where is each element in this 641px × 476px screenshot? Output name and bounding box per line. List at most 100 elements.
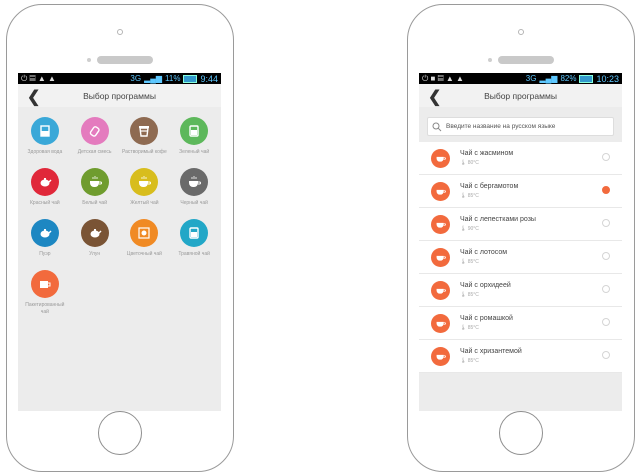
list-item[interactable]: Чай с бергамотом 🌡︎ 85°C <box>419 175 622 208</box>
back-arrow-icon[interactable]: ❮ <box>27 87 40 107</box>
tea-cup-icon <box>431 181 450 201</box>
teapot-icon <box>30 168 59 196</box>
program-item[interactable]: Черный чай <box>169 168 219 207</box>
battery-percent: 11% <box>165 74 181 83</box>
tea-cup-icon <box>80 168 109 196</box>
search-icon <box>432 122 442 131</box>
select-radio[interactable] <box>602 252 610 260</box>
program-grid: Здоровая вода Детская смесь Растворимый ко… <box>18 107 221 316</box>
program-item[interactable]: Детская смесь <box>70 117 120 156</box>
status-bar: ⏻ ▤ ▲ ▲ 3G ▂▄▆ 11% 9:44 <box>18 73 221 84</box>
back-arrow-icon[interactable]: ❮ <box>428 87 441 107</box>
clock: 9:44 <box>200 73 218 84</box>
list-item[interactable]: Чай с лепестками розы 🌡︎ 90°C <box>419 208 622 241</box>
program-label: Цветочный чай <box>126 251 162 257</box>
tea-temperature: 🌡︎ 90°C <box>460 226 622 232</box>
home-button[interactable] <box>98 411 142 455</box>
teapot-icon <box>30 219 59 247</box>
battery-icon <box>579 74 594 83</box>
temperature-value: 85°C <box>467 193 479 199</box>
program-item[interactable]: Белый чай <box>70 168 120 207</box>
flower-cup-icon <box>130 219 159 247</box>
tea-name: Чай с лотосом <box>460 249 508 256</box>
tea-cup-icon <box>431 214 450 234</box>
thermometer-icon: 🌡︎ <box>460 358 467 364</box>
list-item[interactable]: Чай с ромашкой 🌡︎ 85°C <box>419 307 622 340</box>
tea-temperature: 🌡︎ 80°C <box>460 160 622 166</box>
tea-list: Чай с жасмином 🌡︎ 80°C Чай с бергамотом 🌡︎ … <box>419 142 622 373</box>
select-radio[interactable] <box>602 219 610 227</box>
tea-cup-icon <box>130 168 159 196</box>
tea-name: Чай с лепестками розы <box>460 216 536 223</box>
program-item[interactable]: Пакетированный чай <box>20 270 70 316</box>
list-item[interactable]: Чай с жасмином 🌡︎ 80°C <box>419 142 622 175</box>
program-label: Здоровая вода <box>27 149 63 155</box>
select-radio[interactable] <box>602 318 610 326</box>
tea-cup-icon <box>180 168 209 196</box>
select-radio[interactable] <box>602 351 610 359</box>
list-item[interactable]: Чай с лотосом 🌡︎ 85°C <box>419 241 622 274</box>
program-item[interactable]: Травяной чай <box>169 219 219 258</box>
program-label: Детская смесь <box>77 149 112 155</box>
program-item[interactable]: Здоровая вода <box>20 117 70 156</box>
program-item[interactable]: Пуэр <box>20 219 70 258</box>
program-label: Травяной чай <box>178 251 210 257</box>
thermometer-icon: 🌡︎ <box>460 325 467 331</box>
thermometer-icon: 🌡︎ <box>460 160 467 166</box>
program-label: Пакетированный чай <box>25 302 65 315</box>
thermometer-icon: 🌡︎ <box>460 292 467 298</box>
tea-name: Чай с жасмином <box>460 150 514 157</box>
program-item[interactable]: Цветочный чай <box>120 219 170 258</box>
program-item[interactable]: Красный чай <box>20 168 70 207</box>
program-item[interactable]: Улун <box>70 219 120 258</box>
program-label: Белый чай <box>82 200 108 206</box>
temperature-value: 85°C <box>467 325 479 331</box>
signal-icon: ▂▄▆ <box>539 74 558 83</box>
baby-bottle-icon <box>80 117 109 145</box>
temperature-value: 80°C <box>467 160 479 166</box>
app-bar: ❮ Выбор программы <box>18 84 221 107</box>
program-label: Желтый чай <box>130 200 159 206</box>
select-radio[interactable] <box>602 186 610 194</box>
clock: 10:23 <box>596 73 619 84</box>
program-item[interactable]: Желтый чай <box>120 168 170 207</box>
thermometer-icon: 🌡︎ <box>460 226 467 232</box>
list-item[interactable]: Чай с орхидеей 🌡︎ 85°C <box>419 274 622 307</box>
tea-cup-icon <box>431 247 450 267</box>
front-camera <box>117 29 123 35</box>
home-button[interactable] <box>499 411 543 455</box>
temperature-value: 85°C <box>467 358 479 364</box>
notification-icons: ⏻ ■ ▤ ▲ ▲ <box>422 73 464 83</box>
search-input[interactable]: Введите название на русском языке <box>427 117 614 136</box>
tea-cup-icon <box>431 346 450 366</box>
select-radio[interactable] <box>602 153 610 161</box>
temperature-value: 85°C <box>467 292 479 298</box>
tea-temperature: 🌡︎ 85°C <box>460 292 622 298</box>
battery-percent: 82% <box>560 74 577 83</box>
temperature-value: 85°C <box>467 259 479 265</box>
page-title: Выбор программы <box>83 90 156 101</box>
program-label: Черный чай <box>180 200 208 206</box>
program-item[interactable]: Зеленый чай <box>169 117 219 156</box>
network-label: 3G <box>525 74 537 83</box>
earpiece-speaker <box>498 56 554 64</box>
tea-name: Чай с ромашкой <box>460 315 513 322</box>
tea-cup-icon <box>431 280 450 300</box>
tea-cup-icon <box>431 148 450 168</box>
program-label: Растворимый кофе <box>121 149 167 155</box>
tea-cup-icon <box>431 313 450 333</box>
list-item[interactable]: Чай с хризантемой 🌡︎ 85°C <box>419 340 622 373</box>
status-bar: ⏻ ■ ▤ ▲ ▲ 3G ▂▄▆ 82% 10:23 <box>419 73 622 84</box>
program-item[interactable]: Растворимый кофе <box>120 117 170 156</box>
phone-left: ⏻ ▤ ▲ ▲ 3G ▂▄▆ 11% 9:44 ❮ Выбор программ… <box>6 4 234 472</box>
tea-glass-icon <box>180 117 209 145</box>
app-bar: ❮ Выбор программы <box>419 84 622 107</box>
network-label: 3G <box>130 74 142 83</box>
coffee-cup-icon <box>130 117 159 145</box>
signal-icon: ▂▄▆ <box>144 74 163 83</box>
screen-right: ⏻ ■ ▤ ▲ ▲ 3G ▂▄▆ 82% 10:23 ❮ Выбор прогр… <box>419 73 622 411</box>
tea-name: Чай с бергамотом <box>460 183 519 190</box>
teapot-icon <box>80 219 109 247</box>
select-radio[interactable] <box>602 285 610 293</box>
notification-icons: ⏻ ▤ ▲ ▲ <box>21 73 56 83</box>
